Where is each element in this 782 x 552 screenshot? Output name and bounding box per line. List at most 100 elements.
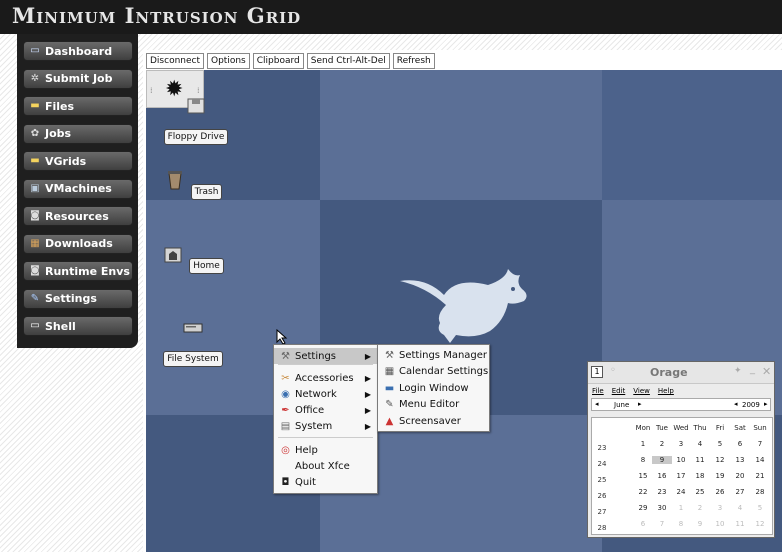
calendar-day[interactable]: 5 <box>750 504 770 512</box>
sidebar-item-vgrids[interactable]: ▬ VGrids <box>23 151 133 171</box>
menu-help[interactable]: Help <box>658 387 674 395</box>
menu-item-settings[interactable]: ⚒ Settings ▶ <box>274 348 377 364</box>
send-ctrl-alt-del-button[interactable]: Send Ctrl-Alt-Del <box>306 53 390 69</box>
clipboard-button[interactable]: Clipboard <box>252 53 304 69</box>
calendar-day[interactable]: 6 <box>730 440 750 448</box>
calendar-day[interactable]: 24 <box>671 488 691 496</box>
calendar-day[interactable]: 28 <box>750 488 770 496</box>
menu-item-network[interactable]: ◉ Network ▶ <box>274 386 377 402</box>
calendar-day[interactable]: 13 <box>730 456 750 464</box>
calendar-day[interactable]: 1 <box>671 504 691 512</box>
drag-handle-left[interactable]: ⁞ <box>150 86 153 95</box>
calendar-day[interactable]: 29 <box>633 504 653 512</box>
menu-item-quit[interactable]: ◘ Quit <box>274 474 377 490</box>
sidebar-item-downloads[interactable]: ▦ Downloads <box>23 233 133 254</box>
next-month-arrow-icon[interactable]: ▸ <box>638 400 642 408</box>
sidebar-item-files[interactable]: ▬ Files <box>23 96 133 116</box>
orage-window[interactable]: 1 ◦ Orage ✦ _ ✕ File Edit View Help ◂ Ju… <box>587 361 775 538</box>
calendar-day[interactable]: 19 <box>710 472 730 480</box>
sidebar-item-dashboard[interactable]: ▭ Dashboard <box>23 41 133 61</box>
submenu-item-menu-editor[interactable]: ✎ Menu Editor <box>378 397 489 413</box>
menu-separator <box>278 437 373 438</box>
calendar-day[interactable]: 27 <box>730 488 750 496</box>
calendar-day[interactable]: 15 <box>633 472 653 480</box>
menu-view[interactable]: View <box>633 387 650 395</box>
calendar-day[interactable]: 4 <box>730 504 750 512</box>
prev-year-arrow-icon[interactable]: ◂ <box>734 400 738 408</box>
calendar-day[interactable]: 11 <box>690 456 710 464</box>
calendar-day[interactable]: 3 <box>671 440 691 448</box>
calendar-day[interactable]: 7 <box>652 520 672 528</box>
desktop-icon-floppy-drive[interactable]: Floppy Drive <box>156 96 236 145</box>
menu-file[interactable]: File <box>592 387 604 395</box>
menu-item-help[interactable]: ◎ Help <box>274 442 377 458</box>
pin-icon[interactable]: ✦ <box>734 366 742 376</box>
calendar-day[interactable]: 3 <box>710 504 730 512</box>
calendar-day[interactable]: 9 <box>690 520 710 528</box>
refresh-button[interactable]: Refresh <box>392 53 435 69</box>
help-icon: ◎ <box>281 444 290 456</box>
calendar-day[interactable]: 20 <box>730 472 750 480</box>
minimize-icon[interactable]: _ <box>750 364 755 375</box>
calendar-day[interactable]: 4 <box>690 440 710 448</box>
calendar-day[interactable]: 11 <box>730 520 750 528</box>
options-button[interactable]: Options <box>207 53 250 69</box>
home-folder-icon <box>164 247 182 263</box>
drag-handle-right[interactable]: ⁞ <box>197 86 200 95</box>
submenu-item-settings-manager[interactable]: ⚒ Settings Manager <box>378 347 489 363</box>
calendar-day[interactable]: 8 <box>671 520 691 528</box>
calendar-day[interactable]: 1 <box>633 440 653 448</box>
calendar-day[interactable]: 18 <box>690 472 710 480</box>
orage-titlebar[interactable]: 1 ◦ Orage ✦ _ ✕ <box>588 362 774 384</box>
calendar-day[interactable]: 21 <box>750 472 770 480</box>
calendar-day[interactable]: 9 <box>652 456 672 464</box>
calendar-day[interactable]: 14 <box>750 456 770 464</box>
sidebar-item-runtime-envs[interactable]: ◙ Runtime Envs <box>23 261 133 281</box>
calendar-day[interactable]: 25 <box>690 488 710 496</box>
calendar-day[interactable]: 7 <box>750 440 770 448</box>
submenu-item-login-window[interactable]: ▬ Login Window <box>378 380 489 396</box>
menu-item-label: Help <box>295 444 318 456</box>
submenu-item-label: Screensaver <box>399 415 461 427</box>
desktop-icon-label: Home <box>189 258 224 274</box>
calendar-day[interactable]: 17 <box>671 472 691 480</box>
menu-item-about-xfce[interactable]: About Xfce <box>274 458 377 474</box>
menu-item-office[interactable]: ✒ Office ▶ <box>274 402 377 418</box>
menu-edit[interactable]: Edit <box>612 387 626 395</box>
month-label: June <box>614 401 630 409</box>
calendar-day[interactable]: 26 <box>710 488 730 496</box>
close-icon[interactable]: ✕ <box>762 365 771 378</box>
sidebar-item-jobs[interactable]: ✿ Jobs <box>23 123 133 144</box>
sidebar-item-resources[interactable]: ◙ Resources <box>23 206 133 226</box>
sidebar-item-settings[interactable]: ✎ Settings <box>23 288 133 309</box>
sidebar-item-shell[interactable]: ▭ Shell <box>23 316 133 336</box>
calendar-day[interactable]: 8 <box>633 456 653 464</box>
disconnect-button[interactable]: Disconnect <box>146 53 204 69</box>
weekday-header: Sat <box>734 424 746 432</box>
calendar-day[interactable]: 23 <box>652 488 672 496</box>
calendar-day[interactable]: 6 <box>633 520 653 528</box>
calendar-day[interactable]: 10 <box>671 456 691 464</box>
calendar-day[interactable]: 2 <box>690 504 710 512</box>
submenu-item-calendar-settings[interactable]: ▦ Calendar Settings <box>378 364 489 380</box>
sidebar-item-submit-job[interactable]: ✲ Submit Job <box>23 68 133 89</box>
calendar-day[interactable]: 16 <box>652 472 672 480</box>
submenu-item-screensaver[interactable]: ▲ Screensaver <box>378 413 489 429</box>
calendar-day[interactable]: 30 <box>652 504 672 512</box>
menu-item-system[interactable]: ▤ System ▶ <box>274 418 377 434</box>
calendar-day[interactable]: 12 <box>710 456 730 464</box>
calendar-day[interactable]: 2 <box>652 440 672 448</box>
calendar-day[interactable]: 12 <box>750 520 770 528</box>
menu-item-accessories[interactable]: ✂ Accessories ▶ <box>274 370 377 386</box>
prev-month-arrow-icon[interactable]: ◂ <box>595 400 599 408</box>
week-number: 26 <box>597 492 607 500</box>
submenu-arrow-icon: ▶ <box>364 421 371 431</box>
next-year-arrow-icon[interactable]: ▸ <box>764 400 768 408</box>
desktop-icon-home[interactable]: Home <box>153 244 233 274</box>
desktop-icon-file-system[interactable]: File System <box>153 318 233 367</box>
calendar-day[interactable]: 10 <box>710 520 730 528</box>
desktop-icon-trash[interactable]: Trash <box>153 170 233 200</box>
calendar-day[interactable]: 5 <box>710 440 730 448</box>
calendar-day[interactable]: 22 <box>633 488 653 496</box>
sidebar-item-vmachines[interactable]: ▣ VMachines <box>23 178 133 199</box>
